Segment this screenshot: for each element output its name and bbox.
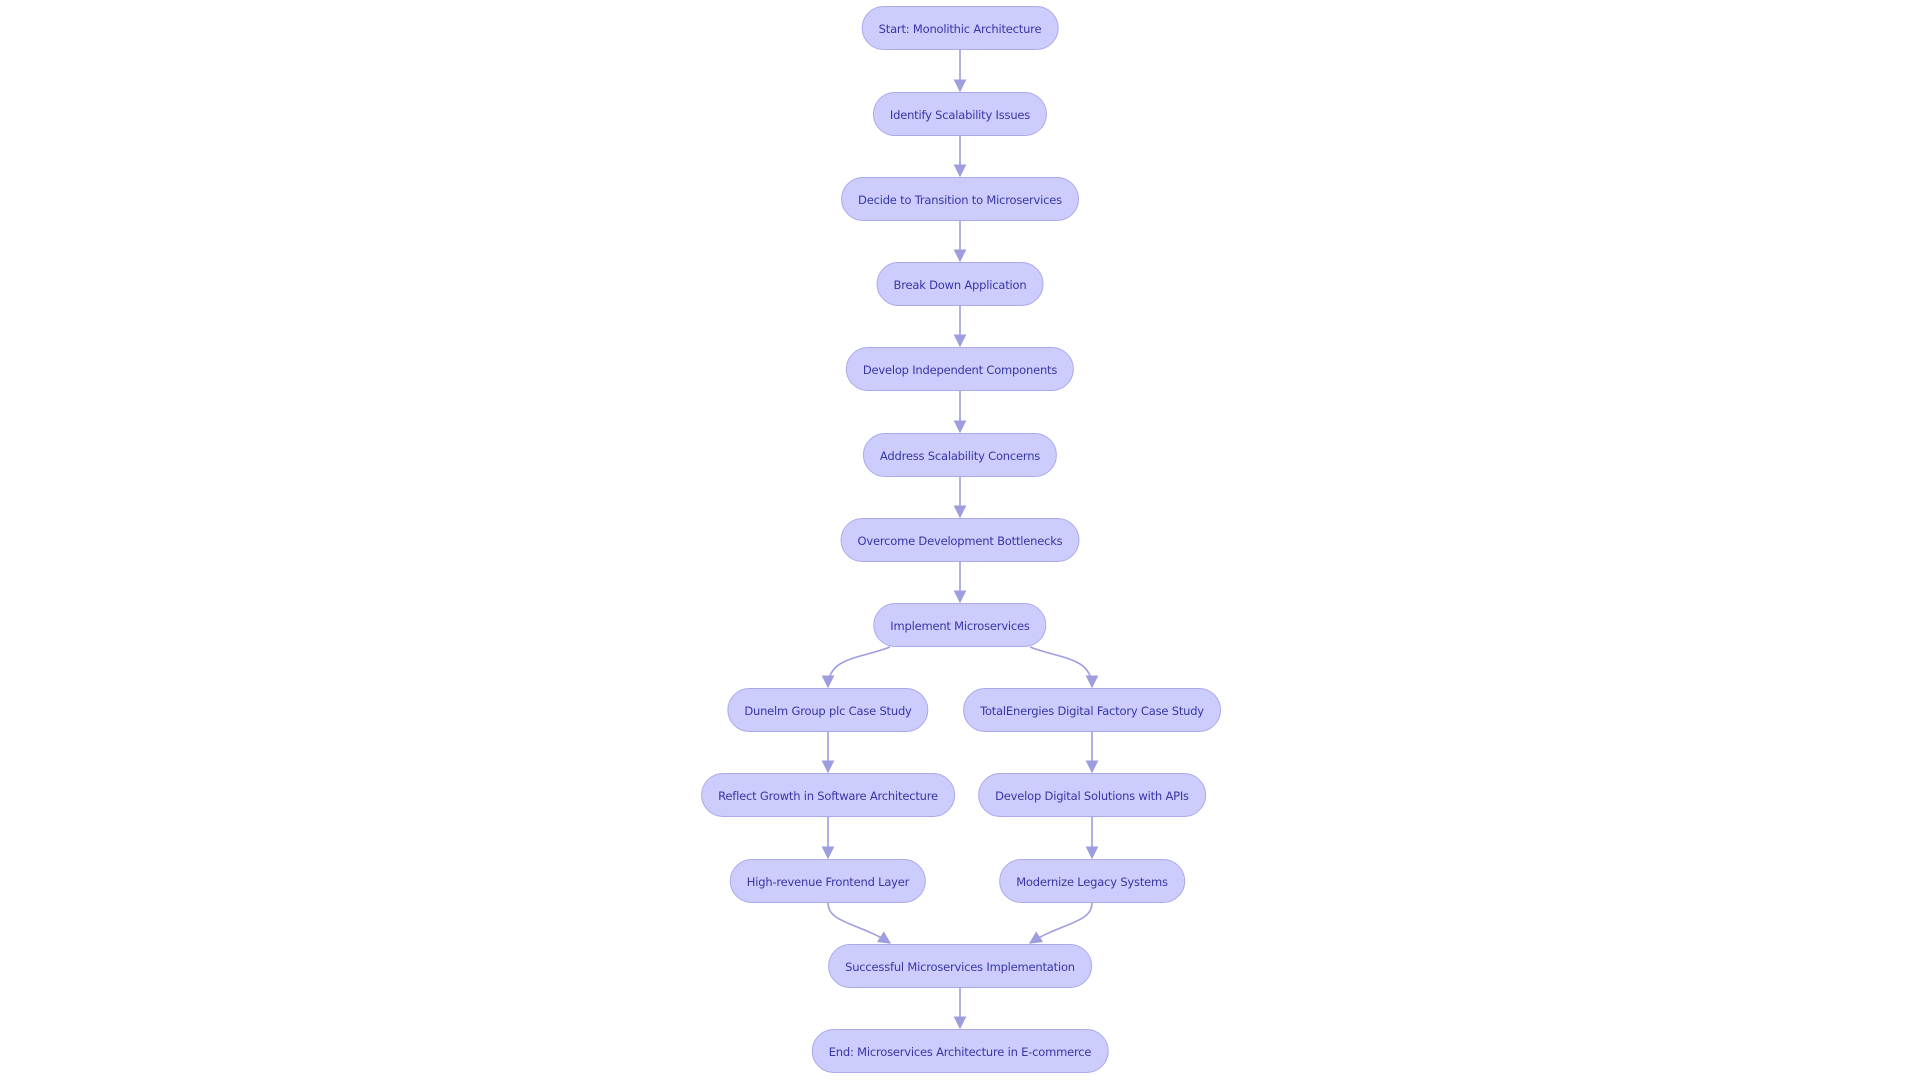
node-total: TotalEnergies Digital Factory Case Study: [963, 688, 1221, 732]
edge-implement-to-dunelm: [821, 646, 891, 689]
edge-implement-to-total: [1029, 646, 1099, 689]
node-address: Address Scalability Concerns: [862, 433, 1058, 477]
node-develop: Develop Independent Components: [845, 347, 1075, 391]
node-identify: Identify Scalability Issues: [872, 92, 1048, 136]
node-implement: Implement Microservices: [873, 603, 1047, 647]
node-end: End: Microservices Architecture in E-com…: [811, 1029, 1109, 1073]
node-decide: Decide to Transition to Microservices: [841, 177, 1079, 221]
edge-frontend-to-success: [827, 902, 892, 944]
node-apis: Develop Digital Solutions with APIs: [978, 773, 1206, 817]
node-breakdown: Break Down Application: [876, 262, 1044, 306]
node-reflect: Reflect Growth in Software Architecture: [701, 773, 955, 817]
node-frontend: High-revenue Frontend Layer: [729, 859, 927, 903]
node-dunelm: Dunelm Group plc Case Study: [727, 688, 929, 732]
node-start: Start: Monolithic Architecture: [861, 6, 1059, 50]
node-legacy: Modernize Legacy Systems: [999, 859, 1185, 903]
node-overcome: Overcome Development Bottlenecks: [840, 518, 1080, 562]
edge-legacy-to-success: [1028, 902, 1093, 944]
node-success: Successful Microservices Implementation: [828, 944, 1092, 988]
